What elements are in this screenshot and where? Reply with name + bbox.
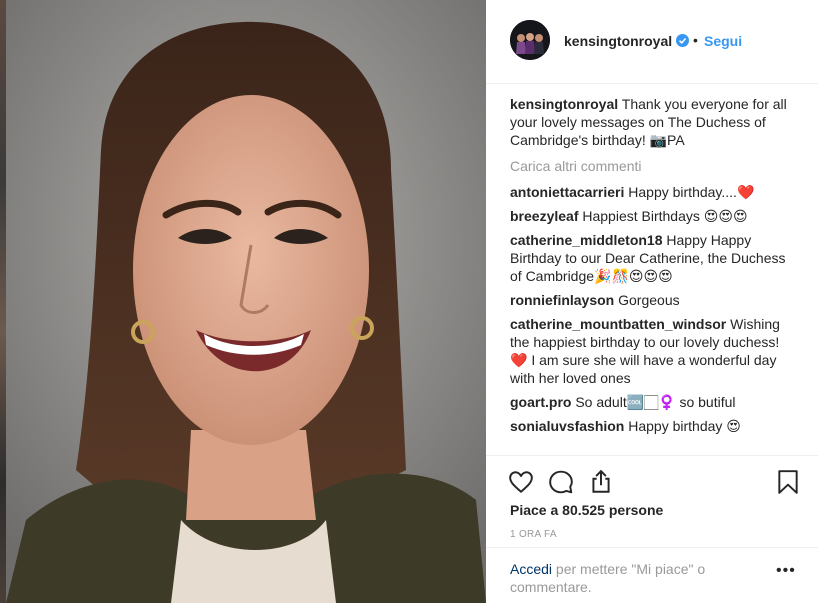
comment-item: sonialuvsfashion Happy birthday 😍 [510, 417, 792, 435]
verified-badge-icon [676, 34, 689, 47]
post-header: kensingtonroyal • Segui [486, 0, 818, 84]
share-icon[interactable] [588, 469, 614, 495]
comment-item: breezyleaf Happiest Birthdays 😍😍😍 [510, 207, 792, 225]
comment-username[interactable]: sonialuvsfashion [510, 418, 624, 434]
comment-text: Happy birthday....❤️ [628, 184, 755, 200]
comment-text: So adult🆒🏻‍♀️ so butiful [575, 394, 736, 410]
post-sidebar: kensingtonroyal • Segui kensingtonroyal … [486, 0, 818, 603]
caption-username[interactable]: kensingtonroyal [510, 96, 618, 112]
comment-username[interactable]: breezyleaf [510, 208, 578, 224]
separator-dot: • [693, 32, 698, 48]
load-more-comments-button[interactable]: Carica altri commenti [510, 157, 792, 175]
comment-username[interactable]: goart.pro [510, 394, 571, 410]
comment-username[interactable]: catherine_middleton18 [510, 232, 663, 248]
comments-list: kensingtonroyal Thank you everyone for a… [510, 95, 792, 455]
comment-text: Happy birthday 😍 [628, 418, 741, 434]
comment-item: antoniettacarrieri Happy birthday....❤️ [510, 183, 792, 201]
post-timestamp[interactable]: 1 ORA FA [510, 529, 557, 540]
post-username[interactable]: kensingtonroyal [564, 33, 672, 49]
comment-text: Gorgeous [618, 292, 680, 308]
likes-count[interactable]: Piace a 80.525 persone [510, 502, 663, 518]
login-prompt: Accedi per mettere "Mi piace" o commenta… [510, 560, 750, 596]
more-options-button[interactable]: ••• [776, 562, 796, 580]
action-bar [486, 455, 818, 499]
avatar[interactable] [510, 20, 550, 60]
comment-icon[interactable] [548, 469, 574, 495]
heart-icon[interactable] [508, 469, 534, 495]
comment-item: ronniefinlayson Gorgeous [510, 291, 792, 309]
follow-button[interactable]: Segui [704, 33, 742, 49]
comment-username[interactable]: antoniettacarrieri [510, 184, 624, 200]
comment-text: Happiest Birthdays 😍😍😍 [582, 208, 748, 224]
comment-username[interactable]: ronniefinlayson [510, 292, 614, 308]
post-photo [6, 0, 486, 603]
login-link[interactable]: Accedi [510, 561, 552, 577]
comment-item: goart.pro So adult🆒🏻‍♀️ so butiful [510, 393, 792, 411]
comment-item: catherine_middleton18 Happy Happy Birthd… [510, 231, 792, 285]
login-bar: Accedi per mettere "Mi piace" o commenta… [486, 547, 818, 603]
caption: kensingtonroyal Thank you everyone for a… [510, 95, 792, 149]
bookmark-icon[interactable] [775, 469, 801, 495]
comment-item: catherine_mountbatten_windsor Wishing th… [510, 315, 792, 387]
comment-username[interactable]: catherine_mountbatten_windsor [510, 316, 726, 332]
